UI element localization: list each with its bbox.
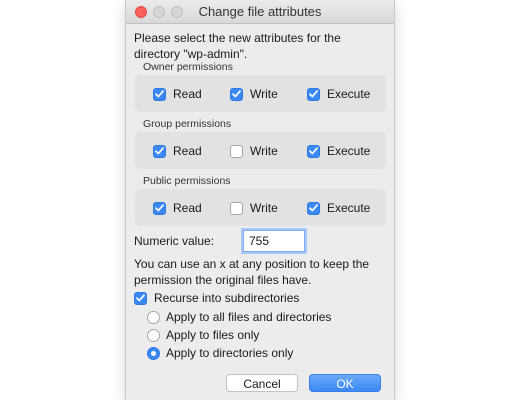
checkbox-checked-icon xyxy=(134,291,147,305)
apply-all-radio[interactable]: Apply to all files and directories xyxy=(147,310,331,324)
cancel-button[interactable]: Cancel xyxy=(226,374,298,392)
owner-read-label: Read xyxy=(173,87,202,101)
recurse-label: Recurse into subdirectories xyxy=(154,291,300,305)
owner-write-checkbox[interactable]: Write xyxy=(230,87,278,101)
group-read-label: Read xyxy=(173,144,202,158)
numeric-value-label: Numeric value: xyxy=(134,234,215,248)
radio-unselected-icon xyxy=(147,310,160,324)
owner-execute-label: Execute xyxy=(327,87,371,101)
public-read-checkbox[interactable]: Read xyxy=(153,201,202,215)
checkbox-checked-icon xyxy=(153,201,166,215)
owner-read-checkbox[interactable]: Read xyxy=(153,87,202,101)
checkbox-checked-icon xyxy=(153,87,166,101)
checkbox-checked-icon xyxy=(307,87,320,101)
owner-write-label: Write xyxy=(250,87,278,101)
ok-button[interactable]: OK xyxy=(309,374,381,392)
recurse-checkbox[interactable]: Recurse into subdirectories xyxy=(134,291,299,305)
intro-text: Please select the new attributes for the… xyxy=(134,31,341,61)
hint-text: You can use an x at any position to keep… xyxy=(134,257,370,287)
radio-unselected-icon xyxy=(147,328,160,342)
apply-directories-label: Apply to directories only xyxy=(166,346,294,360)
group-read-checkbox[interactable]: Read xyxy=(153,144,202,158)
checkbox-checked-icon xyxy=(307,144,320,158)
checkbox-checked-icon xyxy=(153,144,166,158)
apply-directories-radio[interactable]: Apply to directories only xyxy=(147,346,293,360)
public-read-label: Read xyxy=(173,201,202,215)
group-execute-label: Execute xyxy=(327,144,371,158)
window-title: Change file attributes xyxy=(198,4,322,19)
checkbox-checked-icon xyxy=(230,87,243,101)
group-permissions-label: Group permissions xyxy=(143,118,232,130)
owner-permissions-label: Owner permissions xyxy=(143,61,233,73)
public-permissions-label: Public permissions xyxy=(143,175,231,187)
numeric-value-input[interactable]: 755 xyxy=(243,230,305,252)
change-file-attributes-dialog: Change file attributes Please select the… xyxy=(126,0,394,400)
public-write-label: Write xyxy=(250,201,278,215)
group-execute-checkbox[interactable]: Execute xyxy=(307,144,370,158)
group-write-label: Write xyxy=(250,144,278,158)
public-write-checkbox[interactable]: Write xyxy=(230,201,278,215)
public-permissions-group: Read Write Execute xyxy=(135,189,386,226)
apply-files-label: Apply to files only xyxy=(166,328,260,342)
checkbox-unchecked-icon xyxy=(230,144,243,158)
owner-permissions-group: Read Write Execute xyxy=(135,75,386,112)
group-permissions-group: Read Write Execute xyxy=(135,132,386,169)
checkbox-unchecked-icon xyxy=(230,201,243,215)
title-bar[interactable]: Change file attributes xyxy=(126,0,394,24)
apply-all-label: Apply to all files and directories xyxy=(166,310,332,324)
public-execute-checkbox[interactable]: Execute xyxy=(307,201,370,215)
group-write-checkbox[interactable]: Write xyxy=(230,144,278,158)
page: Change file attributes Please select the… xyxy=(0,0,520,400)
apply-files-radio[interactable]: Apply to files only xyxy=(147,328,259,342)
public-execute-label: Execute xyxy=(327,201,371,215)
owner-execute-checkbox[interactable]: Execute xyxy=(307,87,370,101)
checkbox-checked-icon xyxy=(307,201,320,215)
radio-selected-icon xyxy=(147,346,160,360)
